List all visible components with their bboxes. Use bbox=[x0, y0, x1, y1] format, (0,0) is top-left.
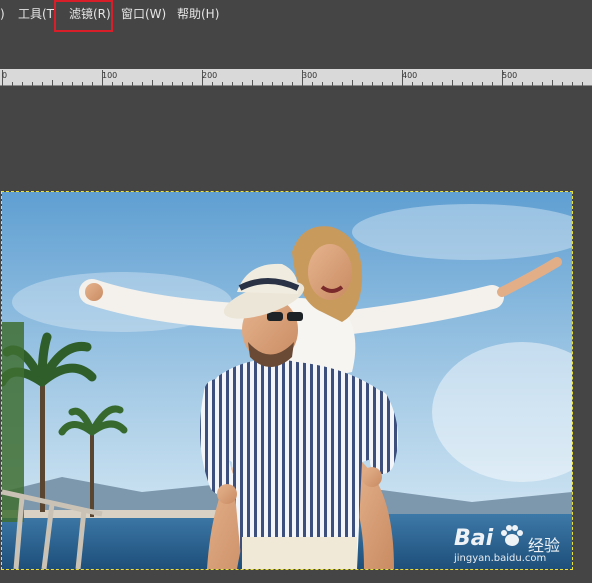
menu-item-filters[interactable]: 滤镜(R) bbox=[69, 7, 111, 21]
menu-item-truncated[interactable]: ) bbox=[0, 7, 5, 21]
ruler-label-0: 0 bbox=[2, 71, 8, 80]
canvas-image[interactable] bbox=[2, 192, 572, 569]
sunglasses-lens bbox=[287, 312, 303, 321]
man-shorts bbox=[242, 537, 357, 569]
sunglasses-lens bbox=[267, 312, 283, 321]
pier bbox=[2, 510, 232, 518]
ruler-label-500: 500 bbox=[502, 71, 518, 80]
ruler-label-100: 100 bbox=[102, 71, 118, 80]
menu-item-tools[interactable]: 工具(T bbox=[18, 7, 54, 21]
ruler-label-200: 200 bbox=[202, 71, 218, 80]
menu-item-help[interactable]: 帮助(H) bbox=[177, 7, 219, 21]
ruler-label-300: 300 bbox=[302, 71, 318, 80]
man-left-arm bbox=[200, 379, 235, 495]
horizontal-ruler[interactable]: 0 100 200 300 400 500 bbox=[0, 69, 592, 86]
menu-item-windows[interactable]: 窗口(W) bbox=[121, 7, 166, 21]
app-window: ) 工具(T 滤镜(R) 窗口(W) 帮助(H) 0 100 200 300 4… bbox=[0, 0, 592, 583]
menu-bar: ) 工具(T 滤镜(R) 窗口(W) 帮助(H) bbox=[0, 0, 592, 32]
man-right-arm bbox=[365, 390, 398, 474]
ruler-label-400: 400 bbox=[402, 71, 418, 80]
